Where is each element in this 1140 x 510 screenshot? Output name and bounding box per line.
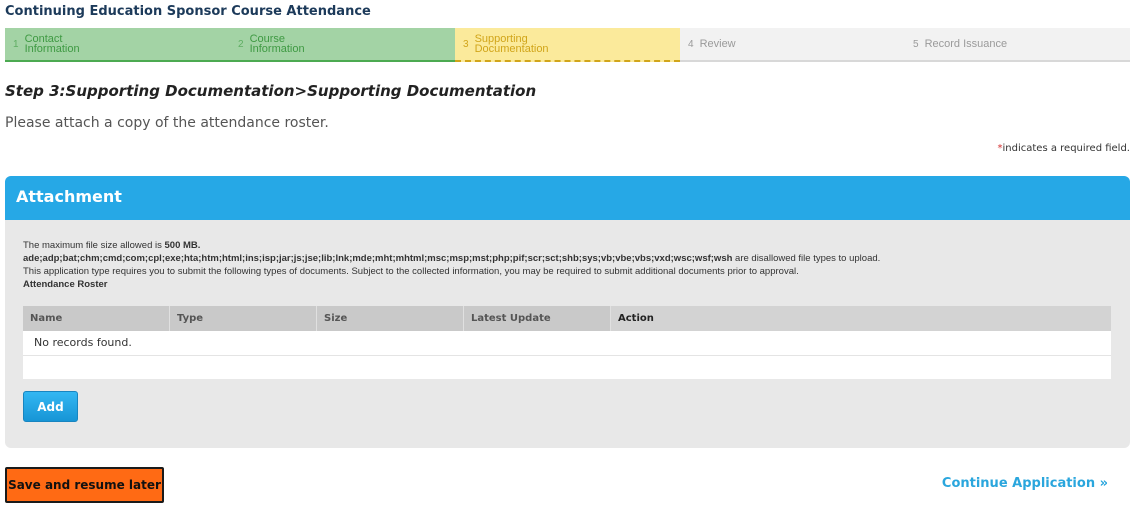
step-supporting-documentation: 3 Supporting Documentation [455, 28, 680, 62]
save-and-resume-later-button[interactable]: Save and resume later [5, 467, 164, 503]
table-row-empty: No records found. [23, 331, 1111, 356]
step-label: Review [699, 38, 736, 50]
step-heading: Step 3:Supporting Documentation>Supporti… [5, 82, 537, 100]
continue-application-link[interactable]: Continue Application » [942, 476, 1108, 491]
step-record-issuance: 5 Record Issuance [905, 28, 1130, 60]
required-field-note: *indicates a required field. [998, 143, 1130, 154]
step-progress-bar: 1 Contact Information 2 Course Informati… [5, 28, 1130, 62]
attachment-panel-title: Attachment [5, 176, 1130, 220]
instruction-text: Please attach a copy of the attendance r… [5, 115, 329, 131]
step-label: Supporting Documentation [474, 33, 549, 55]
step-number: 4 [688, 38, 694, 50]
disallowed-types-line: ade;adp;bat;chm;cmd;com;cpl;exe;hta;htm;… [23, 253, 881, 264]
step-review: 4 Review [680, 28, 905, 60]
step-label: Contact Information [24, 33, 80, 55]
column-header-latest-update[interactable]: Latest Update [464, 306, 611, 331]
step-number: 2 [238, 38, 244, 50]
step-number: 1 [13, 38, 19, 50]
step-course-information: 2 Course Information [230, 28, 455, 62]
column-header-name[interactable]: Name [23, 306, 170, 331]
required-document-name: Attendance Roster [23, 279, 108, 290]
requirement-text: This application type requires you to su… [23, 266, 799, 277]
column-header-size[interactable]: Size [317, 306, 464, 331]
attachment-info: The maximum file size allowed is 500 MB.… [23, 239, 1113, 291]
attachment-table: Name Type Size Latest Update Action No r… [23, 306, 1111, 379]
step-label: Course Information [249, 33, 305, 55]
column-header-type[interactable]: Type [170, 306, 317, 331]
step-number: 5 [913, 38, 919, 50]
disallowed-types: ade;adp;bat;chm;cmd;com;cpl;exe;hta;htm;… [23, 253, 733, 264]
page-title: Continuing Education Sponsor Course Atte… [5, 4, 371, 19]
max-file-size-value: 500 MB. [164, 240, 201, 251]
column-header-action: Action [611, 306, 1111, 331]
step-number: 3 [463, 38, 469, 50]
step-label: Record Issuance [924, 38, 1008, 50]
table-row-blank [23, 356, 1111, 379]
table-header: Name Type Size Latest Update Action [23, 306, 1111, 331]
add-attachment-button[interactable]: Add [23, 391, 78, 422]
step-contact-information: 1 Contact Information [5, 28, 230, 62]
attachment-panel: Attachment The maximum file size allowed… [5, 176, 1130, 448]
max-file-size-line: The maximum file size allowed is 500 MB. [23, 240, 201, 251]
required-note-text: indicates a required field. [1002, 143, 1130, 154]
